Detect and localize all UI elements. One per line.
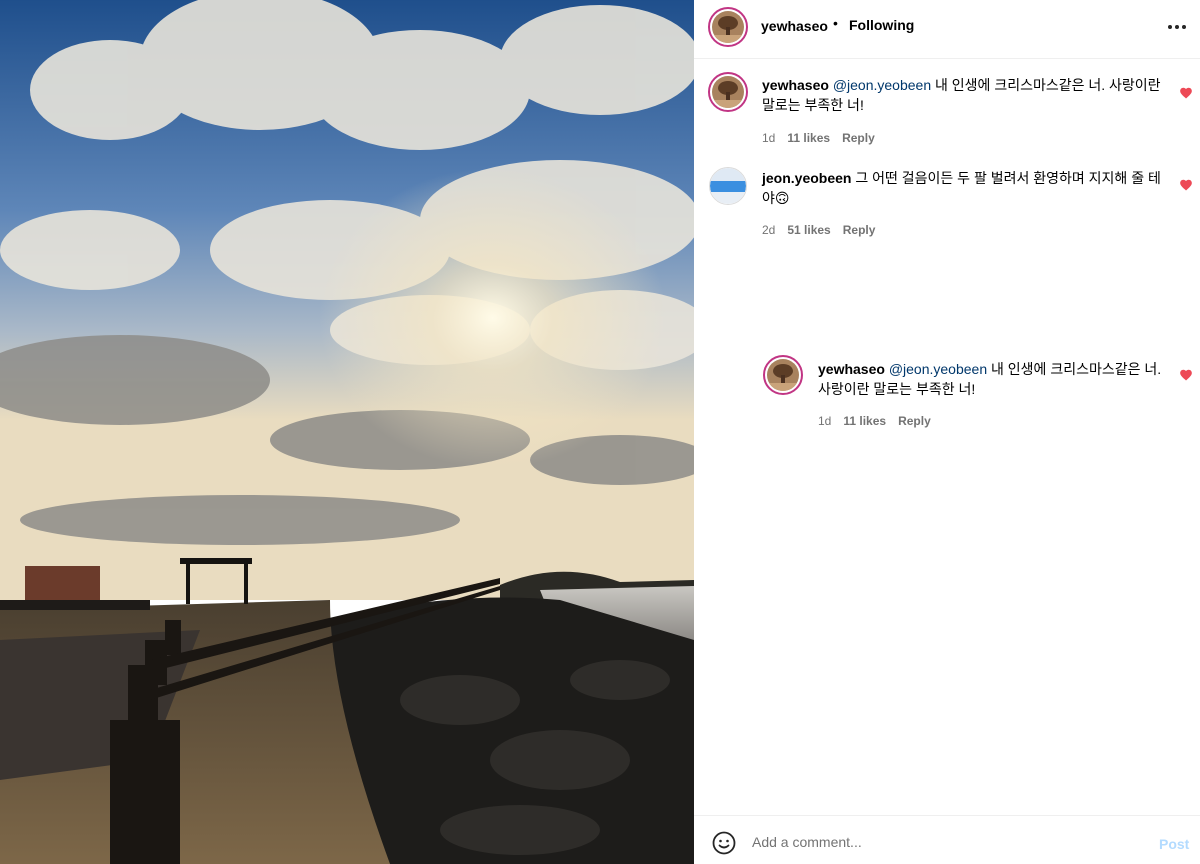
comment-meta: 1d 11 likes Reply (762, 128, 875, 148)
avatar[interactable] (708, 72, 748, 112)
avatar[interactable] (763, 355, 803, 395)
comment-time[interactable]: 2d (762, 220, 775, 240)
comment-meta: 1d 11 likes Reply (818, 411, 931, 431)
comment-username[interactable]: jeon.yeobeen (762, 170, 851, 186)
comment-text: yewhaseo @jeon.yeobeen 내 인생에 크리스마스같은 너. … (818, 359, 1178, 399)
reply-button[interactable]: Reply (898, 411, 931, 431)
comment-meta: 2d 51 likes Reply (762, 220, 875, 240)
author-avatar[interactable] (708, 7, 748, 47)
author-username[interactable]: yewhaseo (761, 18, 828, 34)
comment-likes[interactable]: 11 likes (843, 411, 886, 431)
comment-time[interactable]: 1d (762, 128, 775, 148)
heart-icon[interactable] (1179, 178, 1193, 192)
comment-item: yewhaseo @jeon.yeobeen 내 인생에 크리스마스같은 너. … (694, 72, 1200, 152)
post-button[interactable]: Post (1159, 836, 1189, 852)
post-header: yewhaseo • Following (694, 0, 1200, 59)
comment-body: 그 어떤 걸음이든 두 팔 벌려서 환영하며 지지해 줄 테 (851, 170, 1161, 186)
comment-likes[interactable]: 51 likes (787, 220, 830, 240)
avatar[interactable] (709, 167, 747, 205)
reply-comment-item: yewhaseo @jeon.yeobeen 내 인생에 크리스마스같은 너. … (694, 355, 1200, 435)
comment-body: 내 인생에 크리스마스같은 너. (987, 361, 1162, 377)
comment-likes[interactable]: 11 likes (787, 128, 830, 148)
mention-link[interactable]: @jeon.yeobeen (833, 77, 931, 93)
reply-button[interactable]: Reply (842, 128, 875, 148)
heart-icon[interactable] (1179, 368, 1193, 382)
heart-icon[interactable] (1179, 86, 1193, 100)
comment-body-continued: 야🙃 (762, 190, 790, 206)
reply-button[interactable]: Reply (843, 220, 876, 240)
more-horizontal-icon[interactable] (1168, 20, 1186, 34)
post-photo[interactable] (0, 0, 694, 864)
comment-body: 내 인생에 크리스마스같은 너. 사랑이란 (931, 77, 1161, 93)
comment-username[interactable]: yewhaseo (762, 77, 829, 93)
emoji-icon[interactable] (712, 831, 736, 855)
separator-dot: • (833, 15, 838, 31)
comment-body-continued: 말로는 부족한 너! (762, 97, 864, 113)
add-comment-bar: Post (694, 815, 1200, 864)
comment-body-continued: 사랑이란 말로는 부족한 너! (818, 381, 976, 397)
landscape-image (0, 0, 694, 864)
mention-link[interactable]: @jeon.yeobeen (889, 361, 987, 377)
following-button[interactable]: Following (849, 17, 914, 33)
comment-username[interactable]: yewhaseo (818, 361, 885, 377)
comment-input[interactable] (752, 834, 1132, 850)
comments-panel: yewhaseo • Following yewhaseo @jeon.yeob… (694, 0, 1200, 864)
comment-text: yewhaseo @jeon.yeobeen 내 인생에 크리스마스같은 너. … (762, 75, 1172, 115)
comment-time[interactable]: 1d (818, 411, 831, 431)
comment-text: jeon.yeobeen 그 어떤 걸음이든 두 팔 벌려서 환영하며 지지해 … (762, 168, 1172, 208)
comment-item: jeon.yeobeen 그 어떤 걸음이든 두 팔 벌려서 환영하며 지지해 … (694, 166, 1200, 246)
